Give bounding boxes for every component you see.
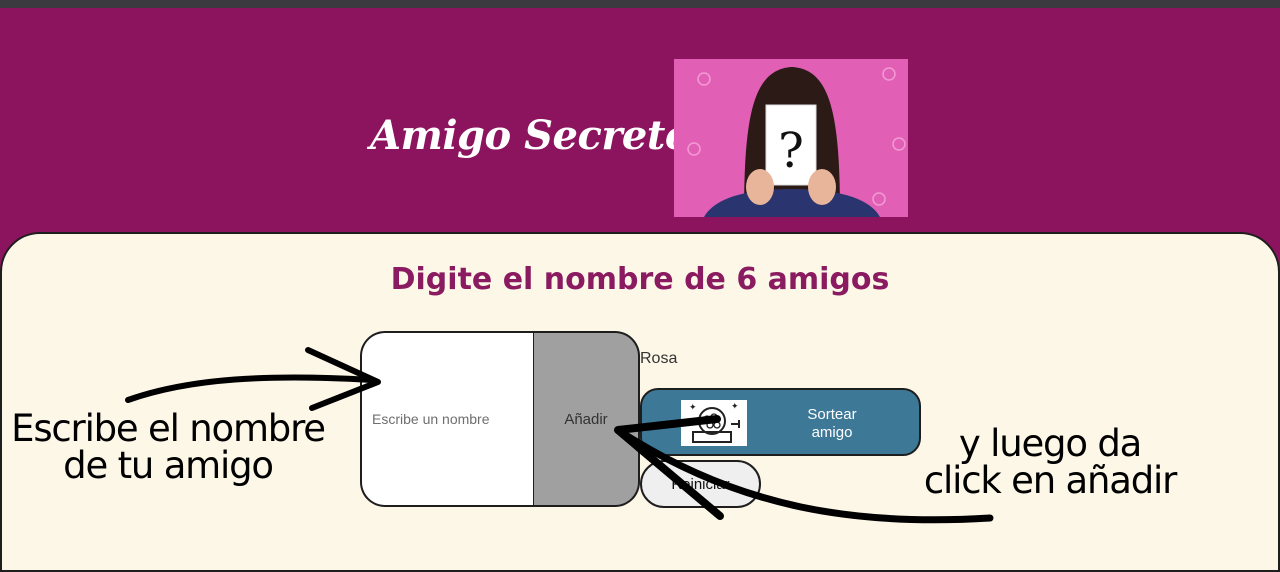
section-subtitle: Digite el nombre de 6 amigos	[390, 262, 890, 297]
window-top-bar	[0, 0, 1280, 8]
svg-text:✦: ✦	[731, 401, 739, 411]
reset-button[interactable]: Reiniciar	[640, 460, 761, 508]
annotation-left-line1: Escribe el nombre	[11, 407, 326, 450]
annotation-left-text: Escribe el nombre de tu amigo	[8, 410, 328, 484]
add-button[interactable]: Añadir	[534, 331, 640, 507]
question-mark-text: ?	[778, 123, 804, 179]
svg-text:✦: ✦	[689, 402, 697, 412]
page-title: Amigo Secreto	[370, 112, 692, 159]
annotation-right-line2: click en añadir	[923, 459, 1177, 502]
mystery-woman-image: ?	[674, 59, 908, 217]
draw-button-label: Sortear amigo	[807, 406, 857, 441]
draw-friend-button[interactable]: ✦ ✦ Sortear amigo	[640, 388, 921, 456]
annotation-left-line2: de tu amigo	[63, 444, 274, 487]
annotation-right-line1: y luego da	[958, 422, 1142, 465]
annotation-right-text: y luego da click en añadir	[905, 425, 1195, 499]
friend-name-input[interactable]	[360, 331, 536, 507]
lottery-machine-icon: ✦ ✦	[681, 400, 747, 446]
list-item: Rosa	[640, 350, 678, 367]
